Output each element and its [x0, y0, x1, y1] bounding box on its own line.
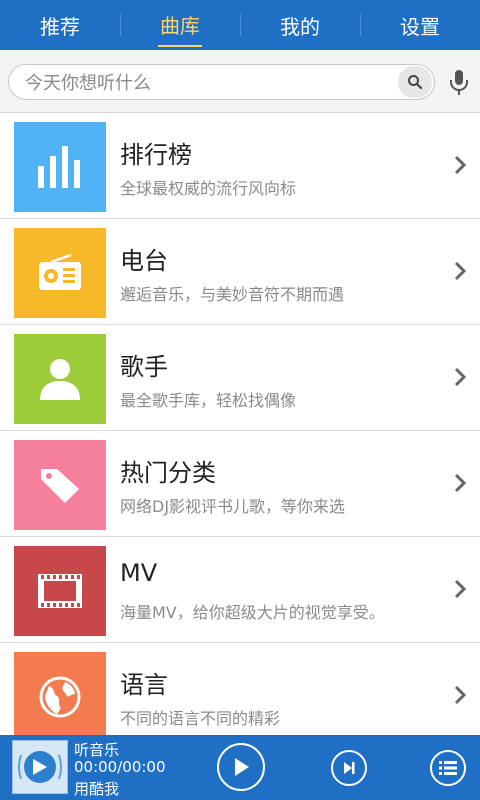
- search-button[interactable]: [398, 66, 432, 98]
- album-cover[interactable]: [12, 740, 68, 794]
- chevron-right-icon: [454, 473, 466, 493]
- item-title: 电台: [120, 247, 168, 275]
- play-button[interactable]: [217, 743, 265, 791]
- tab-label: 我的: [280, 14, 320, 39]
- search-input[interactable]: [23, 65, 397, 101]
- list-item-radio[interactable]: 电台 邂逅音乐，与美妙音符不期而遇: [0, 219, 480, 325]
- skip-next-icon: [344, 762, 355, 774]
- chevron-right-icon: [454, 579, 466, 599]
- playlist-icon: [439, 761, 457, 775]
- list-item-language[interactable]: 语言 不同的语言不同的精彩: [0, 643, 480, 749]
- chart-bars-icon: [38, 146, 80, 188]
- tab-recommend[interactable]: 推荐: [0, 0, 120, 50]
- player-time: 00:00/00:00: [74, 758, 166, 776]
- tab-label: 曲库: [158, 10, 202, 47]
- tile: [14, 652, 106, 742]
- list-item-mv[interactable]: MV 海量MV，给你超级大片的视觉享受。: [0, 537, 480, 643]
- chevron-right-icon: [454, 155, 466, 175]
- search-icon: [408, 75, 423, 90]
- tile: [14, 122, 106, 212]
- list-item-singers[interactable]: 歌手 最全歌手库，轻松找偶像: [0, 325, 480, 431]
- playlist-button[interactable]: [430, 750, 466, 786]
- category-list: 排行榜 全球最权威的流行风向标 电台 邂逅音乐，与美妙音符不期而遇 歌手 最全歌…: [0, 113, 480, 749]
- item-title: 语言: [120, 671, 168, 699]
- item-title: MV: [120, 559, 158, 587]
- globe-icon: [39, 676, 81, 718]
- chevron-right-icon: [454, 685, 466, 705]
- item-title: 热门分类: [120, 459, 216, 487]
- film-icon: [38, 574, 82, 608]
- play-icon: [235, 758, 249, 776]
- item-subtitle: 邂逅音乐，与美妙音符不期而遇: [120, 285, 345, 304]
- search-box: [8, 64, 435, 101]
- item-subtitle: 网络DJ影视评书儿歌，等你来选: [120, 497, 346, 516]
- tile: [14, 440, 106, 530]
- tile: [14, 546, 106, 636]
- item-subtitle: 海量MV，给你超级大片的视觉享受。: [120, 603, 385, 622]
- player-subtitle: 用酷我: [74, 780, 120, 798]
- item-title: 歌手: [120, 353, 168, 381]
- tile: [14, 334, 106, 424]
- tile: [14, 228, 106, 318]
- tab-label: 设置: [400, 14, 440, 39]
- tab-label: 推荐: [40, 14, 80, 39]
- mini-player: 听音乐 00:00/00:00 用酷我: [0, 735, 480, 800]
- player-title: 听音乐: [74, 741, 120, 759]
- item-title: 排行榜: [120, 141, 192, 169]
- next-button[interactable]: [331, 750, 367, 786]
- tag-icon: [41, 469, 79, 503]
- search-bar: [0, 50, 480, 113]
- microphone-icon[interactable]: [447, 68, 471, 96]
- chevron-right-icon: [454, 367, 466, 387]
- top-tab-bar: 推荐 曲库 我的 设置: [0, 0, 480, 50]
- person-icon: [40, 359, 80, 400]
- chevron-right-icon: [454, 261, 466, 281]
- tab-library[interactable]: 曲库: [120, 0, 240, 50]
- item-subtitle: 全球最权威的流行风向标: [120, 179, 297, 198]
- music-app-logo-icon: [18, 751, 62, 783]
- radio-icon: [39, 254, 81, 290]
- tab-mine[interactable]: 我的: [240, 0, 360, 50]
- list-item-charts[interactable]: 排行榜 全球最权威的流行风向标: [0, 113, 480, 219]
- item-subtitle: 最全歌手库，轻松找偶像: [120, 391, 297, 410]
- list-item-categories[interactable]: 热门分类 网络DJ影视评书儿歌，等你来选: [0, 431, 480, 537]
- item-subtitle: 不同的语言不同的精彩: [120, 709, 281, 728]
- tab-settings[interactable]: 设置: [360, 0, 480, 50]
